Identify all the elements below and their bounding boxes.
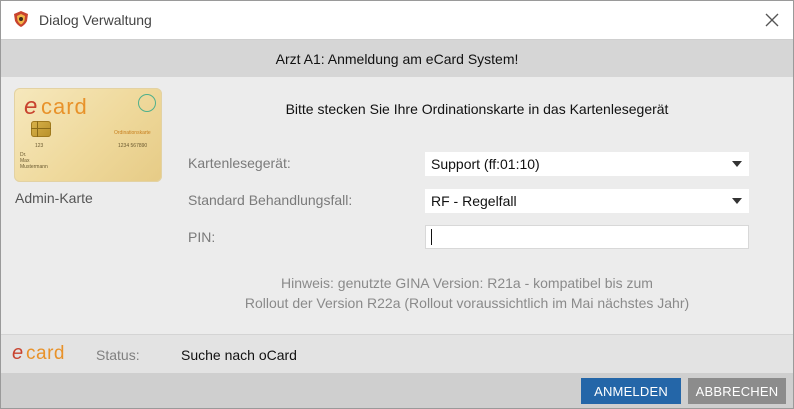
card-number-left: 123 [35,143,44,149]
status-bar: e card Status: Suche nach oCard [1,334,793,373]
login-button[interactable]: ANMELDEN [581,378,681,404]
header-title: Arzt A1: Anmeldung am eCard System! [275,51,519,67]
title-bar: Dialog Verwaltung [1,1,793,39]
version-hint-line1: Hinweis: genutzte GINA Version: R21a - k… [281,275,653,291]
chip-icon [31,121,51,137]
pin-input[interactable] [425,225,749,249]
window-title: Dialog Verwaltung [39,12,152,28]
reader-select[interactable]: Support (ff:01:10) [425,152,749,176]
pin-label: PIN: [188,229,216,245]
button-bar: ANMELDEN ABBRECHEN [1,373,793,408]
treatment-case-label: Standard Behandlungsfall: [188,192,353,208]
card-number-right: 1234 567890 [118,143,148,149]
main-content: e card 123 Ordinationskarte 1234 567890 … [1,77,793,334]
close-icon[interactable] [759,7,785,33]
card-type-label: Admin-Karte [15,190,93,206]
status-label: Status: [96,347,140,363]
cancel-button[interactable]: ABBRECHEN [688,378,786,404]
text-cursor [431,229,432,245]
dialog-window: Dialog Verwaltung Arzt A1: Anmeldung am … [0,0,794,409]
chevron-down-icon [732,198,742,204]
treatment-case-select[interactable]: RF - Regelfall [425,189,749,213]
version-hint: Hinweis: genutzte GINA Version: R21a - k… [1,273,793,313]
reader-label: Kartenlesegerät: [188,155,291,171]
chevron-down-icon [732,161,742,167]
svg-text:card: card [26,343,65,363]
treatment-case-value: RF - Regelfall [431,193,517,209]
version-hint-line2: Rollout der Version R22a (Rollout voraus… [244,295,690,311]
status-value: Suche nach oCard [181,347,297,363]
reader-select-value: Support (ff:01:10) [431,156,540,172]
svg-text:e: e [12,343,23,363]
app-shield-icon [14,11,28,27]
instruction-text: Bitte stecken Sie Ihre Ordinationskarte … [285,101,669,117]
ecard-status-logo: e card [12,343,65,363]
card-issuer: Ordinationskarte [114,130,151,136]
card-holder-last: Mustermann [20,164,48,170]
header-band: Arzt A1: Anmeldung am eCard System! [1,39,793,77]
